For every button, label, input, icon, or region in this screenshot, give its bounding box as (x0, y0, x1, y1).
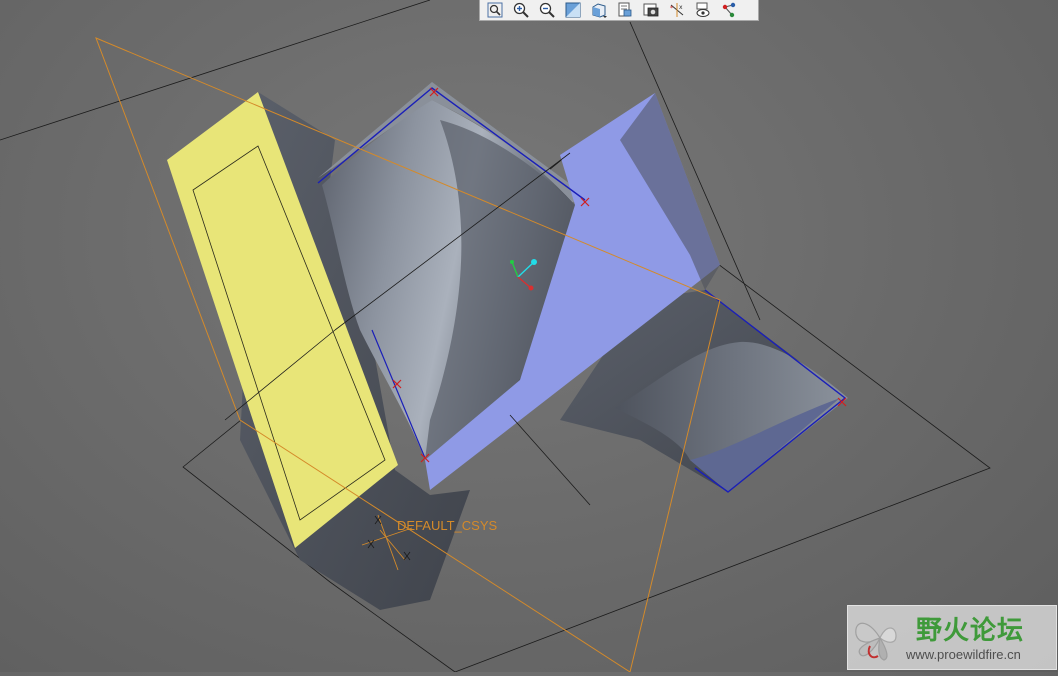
zoom-in-button[interactable] (508, 0, 534, 20)
zoom-out-button[interactable] (534, 0, 560, 20)
datum-plane-outline-top (0, 0, 431, 141)
refit-button[interactable] (482, 0, 508, 20)
zoom-out-icon (539, 2, 555, 18)
datum-display-icon: * x (670, 3, 684, 17)
refit-icon (487, 2, 503, 18)
graphics-viewport[interactable]: DEFAULT_CSYS (0, 0, 1058, 673)
model-scene[interactable]: DEFAULT_CSYS (0, 0, 1058, 673)
spin-center-button[interactable] (690, 0, 716, 20)
svg-text:*: * (670, 5, 673, 12)
display-style-icon (643, 3, 659, 17)
datum-display-button[interactable]: * x (664, 0, 690, 20)
repaint-icon (565, 2, 581, 18)
display-style-button[interactable] (638, 0, 664, 20)
datum-line-c (509, 414, 591, 506)
butterfly-logo-icon (855, 622, 897, 661)
repaint-button[interactable] (560, 0, 586, 20)
watermark-title: 野火论坛 (916, 616, 1025, 646)
csys-label: DEFAULT_CSYS (397, 518, 498, 533)
watermark-url: www.proewildfire.cn (906, 647, 1021, 662)
view-manager-button[interactable] (612, 0, 638, 20)
forum-watermark: 野火论坛 www.proewildfire.cn (847, 605, 1057, 670)
graphics-toolbar: * x (479, 0, 759, 21)
zoom-in-icon (513, 2, 529, 18)
annotation-display-button[interactable] (716, 0, 742, 20)
saved-orientations-button[interactable] (586, 0, 612, 20)
view-manager-icon (618, 2, 632, 17)
spin-center-icon (696, 2, 710, 17)
annotation-display-icon (722, 2, 736, 18)
saved-orientations-icon (592, 3, 607, 18)
svg-text:x: x (679, 4, 683, 11)
